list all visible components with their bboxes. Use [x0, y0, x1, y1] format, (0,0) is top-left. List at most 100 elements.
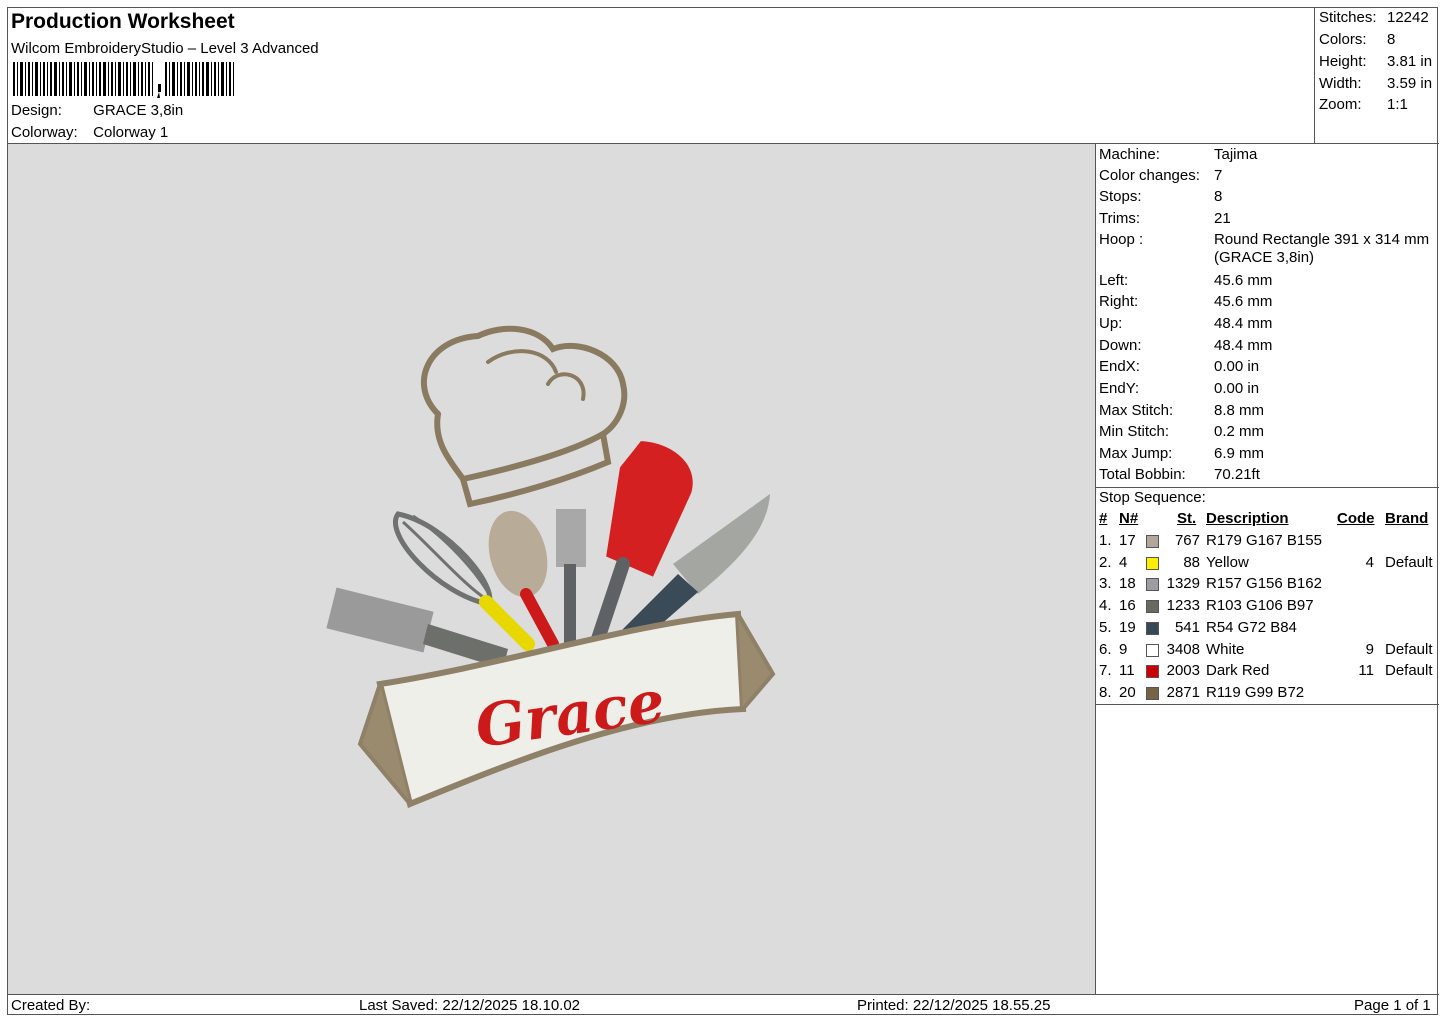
- header: Production Worksheet Wilcom EmbroiderySt…: [8, 8, 1314, 143]
- color-swatch: [1146, 556, 1159, 570]
- color-brand: Default: [1385, 553, 1433, 571]
- machine-info-label: EndX:: [1099, 358, 1140, 375]
- column-header: Code: [1337, 510, 1375, 527]
- embroidery-artwork: Grace: [326, 325, 776, 809]
- color-swatch: [1146, 535, 1159, 548]
- stat-label: Width:: [1319, 75, 1362, 92]
- color-description: Dark Red: [1206, 662, 1270, 680]
- needle-number: 9: [1119, 640, 1128, 658]
- chef-hat-icon: [420, 325, 628, 508]
- stat-label: Colors:: [1319, 31, 1367, 48]
- machine-info-label: Left:: [1099, 272, 1129, 289]
- column-header: St.: [1177, 510, 1197, 527]
- machine-info-panel: Machine: Tajima Color changes: 7 Stops: 8 Trim…: [1096, 144, 1439, 994]
- stop-sequence-title: Stop Sequence:: [1099, 489, 1206, 506]
- row-index: 8.: [1099, 683, 1112, 701]
- spoon-icon: [488, 510, 559, 650]
- machine-info-value: 0.2 mm: [1214, 423, 1265, 440]
- machine-info-value: 8.8 mm: [1214, 402, 1265, 419]
- color-description: White: [1206, 640, 1245, 658]
- machine-info-value: Tajima: [1214, 146, 1258, 163]
- software-name: Wilcom EmbroideryStudio – Level 3 Advanc…: [11, 40, 319, 57]
- section-divider: [1096, 704, 1439, 705]
- last-saved: Last Saved: 22/12/2025 18.10.02: [359, 997, 581, 1014]
- color-description: R119 G99 B72: [1206, 683, 1305, 701]
- machine-info-label: Hoop :: [1099, 231, 1144, 248]
- color-code: 9: [1365, 640, 1374, 658]
- machine-info-label: Color changes:: [1099, 167, 1200, 184]
- design-row: Design: GRACE 3,8in: [11, 102, 183, 119]
- machine-info-label: EndY:: [1099, 380, 1140, 397]
- barcode: [13, 62, 234, 98]
- design-label: Design:: [11, 102, 62, 119]
- machine-info-label: Min Stitch:: [1099, 423, 1170, 440]
- color-swatch: [1146, 665, 1159, 679]
- color-swatch: [1146, 643, 1159, 657]
- needle-number: 16: [1119, 597, 1136, 615]
- row-index: 2.: [1099, 553, 1112, 571]
- machine-info-value: 48.4 mm: [1214, 337, 1273, 354]
- stat-width: Width: 3.59 in: [1319, 75, 1441, 92]
- stat-value: 1:1: [1387, 96, 1408, 113]
- stat-label: Zoom:: [1319, 96, 1362, 113]
- table-row: 2. 4 88 Yellow 4 Default: [1096, 554, 1439, 575]
- machine-info-value: 45.6 mm: [1214, 272, 1273, 289]
- table-row: 6. 9 3408 White 9 Default: [1096, 641, 1439, 662]
- color-description: R179 G167 B155: [1206, 532, 1322, 549]
- row-index: 4.: [1099, 597, 1112, 615]
- colorway-row: Colorway: Colorway 1: [11, 124, 168, 141]
- machine-info-value: 21: [1214, 210, 1231, 227]
- needle-number: 20: [1119, 683, 1136, 701]
- stitch-count: 1329: [1166, 575, 1200, 593]
- footer: Created By: Last Saved: 22/12/2025 18.10…: [8, 994, 1439, 1016]
- color-swatch: [1146, 600, 1159, 614]
- table-row: 7. 11 2003 Dark Red 11 Default: [1096, 662, 1439, 683]
- row-index: 7.: [1099, 662, 1112, 680]
- stop-sequence-header: # N# St. Description Code Brand: [1096, 510, 1439, 531]
- stat-label: Stitches:: [1319, 9, 1377, 26]
- color-swatch: [1146, 686, 1159, 700]
- machine-info-label: Trims:: [1099, 210, 1141, 227]
- stat-zoom: Zoom: 1:1: [1319, 96, 1441, 113]
- stat-label: Height:: [1319, 53, 1367, 70]
- table-row: 8. 20 2871 R119 G99 B72: [1096, 684, 1439, 705]
- stat-value: 3.59 in: [1387, 75, 1433, 92]
- machine-info-value: 48.4 mm: [1214, 315, 1273, 332]
- column-header: Description: [1206, 510, 1289, 527]
- color-description: R157 G156 B162: [1206, 575, 1322, 593]
- page-number: Page 1 of 1: [1354, 997, 1431, 1014]
- machine-info-value: 7: [1214, 167, 1223, 184]
- stat-stitches: Stitches: 12242: [1319, 9, 1441, 26]
- machine-info-value: 8: [1214, 188, 1223, 205]
- stitch-count: 1233: [1166, 597, 1200, 615]
- colorway-value: Colorway 1: [93, 124, 169, 141]
- color-swatch: [1146, 621, 1159, 635]
- page-title: Production Worksheet: [11, 10, 235, 33]
- machine-info-value: 45.6 mm: [1214, 293, 1273, 310]
- stat-colors: Colors: 8: [1319, 31, 1441, 48]
- machine-info-label: Right:: [1099, 293, 1139, 310]
- stat-value: 3.81 in: [1387, 53, 1433, 70]
- row-index: 3.: [1099, 575, 1112, 593]
- machine-info-label: Total Bobbin:: [1099, 466, 1186, 483]
- needle-number: 18: [1119, 575, 1136, 593]
- stat-value: 12242: [1387, 9, 1429, 26]
- printed-date: Printed: 22/12/2025 18.55.25: [857, 997, 1051, 1014]
- machine-info-label: Stops:: [1099, 188, 1142, 205]
- column-header: N#: [1119, 510, 1139, 527]
- stitch-count: 2003: [1166, 662, 1200, 680]
- column-header: Brand: [1385, 510, 1429, 527]
- machine-info-label: Up:: [1099, 315, 1123, 332]
- machine-info-value: 70.21ft: [1214, 466, 1260, 483]
- color-brand: Default: [1385, 640, 1433, 658]
- design-stats: Stitches: 12242 Colors: 8 Height: 3.81 in W…: [1314, 8, 1439, 143]
- machine-info-value: 0.00 in: [1214, 380, 1260, 397]
- machine-info-value: 6.9 mm: [1214, 445, 1265, 462]
- row-index: 5.: [1099, 618, 1112, 636]
- machine-info-label: Machine:: [1099, 146, 1160, 163]
- stitch-count: 541: [1174, 618, 1200, 636]
- stitch-count: 2871: [1166, 683, 1200, 701]
- table-row: 3. 18 1329 R157 G156 B162: [1096, 575, 1439, 596]
- color-code: 4: [1365, 553, 1374, 571]
- fork-icon: [556, 509, 586, 644]
